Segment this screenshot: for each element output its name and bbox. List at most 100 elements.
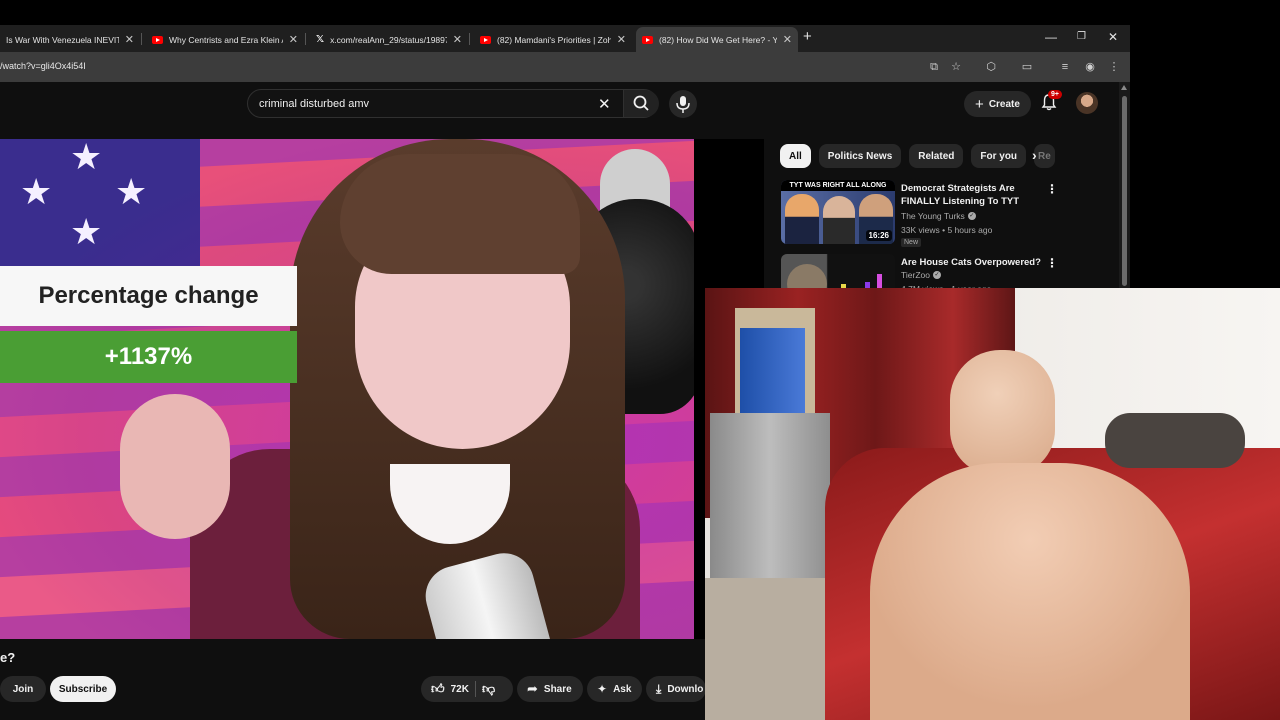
restore-button[interactable]: ❐: [1077, 31, 1086, 42]
tab-separator: [141, 33, 142, 45]
tab-title: Why Centrists and Ezra Klein Ar: [169, 34, 283, 45]
top-black-bar: [0, 0, 1280, 25]
webcam-person-body: [870, 463, 1190, 720]
create-label: Create: [988, 98, 1020, 110]
menu-icon[interactable]: ⋮: [1107, 60, 1121, 74]
close-icon[interactable]: ✕: [783, 33, 792, 46]
account-avatar[interactable]: [1076, 92, 1098, 114]
streamer-bangs: [340, 154, 580, 274]
like-dislike-group: 👍︎ 72K 👎︎: [421, 676, 513, 702]
streamer-hand: [120, 394, 230, 539]
tab-title: Is War With Venezuela INEVITAB: [6, 34, 119, 45]
profile-icon[interactable]: ◉: [1083, 60, 1097, 74]
percentage-change-overlay: Percentage change +1137%: [0, 266, 297, 383]
extensions-icon[interactable]: ⬡: [984, 60, 998, 74]
tab-title: x.com/realAnn_29/status/19897: [330, 34, 447, 45]
close-icon[interactable]: ✕: [125, 33, 134, 46]
tab-title: (82) How Did We Get Here? - Y: [659, 34, 777, 45]
chip-recently-uploaded[interactable]: Re: [1034, 144, 1055, 168]
recommendation-title[interactable]: Are House Cats Overpowered?: [901, 256, 1051, 269]
thumbnail-person: [823, 196, 855, 244]
percentage-change-title: Percentage change: [0, 266, 297, 326]
close-window-button[interactable]: ✕: [1108, 30, 1118, 44]
webcam-overlay: [705, 288, 1280, 720]
tab-separator: [305, 33, 306, 45]
download-button[interactable]: ⤓ Downlo: [646, 676, 706, 702]
channel-row: The Young Turks ✓: [901, 211, 976, 221]
tab-how-did-we-get-here[interactable]: (82) How Did We Get Here? - Y ✕: [636, 27, 798, 52]
new-tab-button[interactable]: +: [803, 28, 812, 45]
notification-count-badge: 9+: [1048, 90, 1062, 99]
chip-all[interactable]: All: [780, 144, 811, 168]
bookmark-star-icon[interactable]: ☆: [949, 60, 963, 74]
thumbnail-banner: TYT WAS RIGHT ALL ALONG: [781, 180, 895, 191]
address-bar: /watch?v=gli4Ox4i54I ⧉ ☆ ⬡ ▭ ≡ ◉ ⋮: [0, 52, 1130, 82]
ask-button[interactable]: ✦ Ask: [587, 676, 642, 702]
webcam-person-head: [950, 350, 1055, 475]
close-icon[interactable]: ✕: [289, 33, 298, 46]
close-icon[interactable]: ✕: [617, 33, 626, 46]
channel-name[interactable]: TierZoo: [901, 270, 930, 280]
clear-search-icon[interactable]: ✕: [598, 95, 611, 113]
thumbs-down-icon[interactable]: 👎︎: [482, 681, 495, 697]
search-button[interactable]: [623, 90, 659, 117]
video-player[interactable]: ★ ★ ★ ★ Percentage change +1137%: [0, 139, 694, 639]
channel-row: TierZoo ✓: [901, 270, 941, 280]
more-options-icon[interactable]: ⋮: [1046, 182, 1058, 196]
tab-mamdani[interactable]: (82) Mamdani's Priorities | Zoh ✕: [474, 27, 632, 52]
scroll-up-icon[interactable]: [1121, 85, 1127, 90]
thumbnail-person: [785, 194, 819, 244]
download-icon: ⤓: [656, 681, 662, 696]
youtube-icon: [480, 35, 491, 44]
share-label: Share: [543, 683, 572, 695]
recommendation-title[interactable]: Democrat Strategists Are FINALLY Listeni…: [901, 182, 1051, 208]
youtube-icon: [152, 35, 163, 44]
subscribe-button[interactable]: Subscribe: [50, 676, 116, 702]
search-icon: [633, 95, 649, 111]
webcam-pillow: [1105, 413, 1245, 468]
channel-name[interactable]: The Young Turks: [901, 211, 965, 221]
duration-badge: 16:26: [865, 230, 892, 241]
close-icon[interactable]: ✕: [453, 33, 462, 46]
tab-separator: [469, 33, 470, 45]
join-button[interactable]: Join: [0, 676, 46, 702]
search-input[interactable]: criminal disturbed amv: [259, 98, 369, 110]
voice-search-button[interactable]: [669, 90, 697, 118]
install-app-icon[interactable]: ⧉: [927, 60, 941, 74]
share-icon: ➦: [527, 681, 538, 696]
thumbs-up-icon[interactable]: 👍︎: [431, 681, 445, 697]
screen: Is War With Venezuela INEVITAB ✕ Why Cen…: [0, 0, 1280, 720]
verified-icon: ✓: [932, 271, 941, 279]
divider: [474, 681, 476, 697]
tab-centrists[interactable]: Why Centrists and Ezra Klein Ar ✕: [146, 27, 304, 52]
minimize-button[interactable]: —: [1045, 30, 1057, 44]
page-scrollbar[interactable]: [1119, 82, 1130, 288]
media-controls-icon[interactable]: ≡: [1058, 60, 1072, 74]
youtube-icon: [642, 35, 653, 44]
verified-icon: ✓: [967, 212, 976, 220]
tab-venezuela[interactable]: Is War With Venezuela INEVITAB ✕: [0, 27, 140, 52]
tab-title: (82) Mamdani's Priorities | Zoh: [497, 34, 611, 45]
filter-chips: All Politics News Related For you Re: [780, 144, 1055, 168]
chip-for-you[interactable]: For you: [971, 144, 1027, 168]
x-icon: 𝕏: [316, 34, 325, 45]
chip-politics-news[interactable]: Politics News: [818, 144, 902, 168]
webcam-mini-fridge: [710, 413, 830, 578]
scrollbar-thumb[interactable]: [1122, 96, 1127, 286]
tab-x-status[interactable]: 𝕏 x.com/realAnn_29/status/19897 ✕: [310, 27, 468, 52]
video-thumbnail[interactable]: TYT WAS RIGHT ALL ALONG 16:26: [781, 180, 895, 244]
chip-related[interactable]: Related: [909, 144, 964, 168]
like-count[interactable]: 72K: [451, 684, 469, 695]
chevron-right-icon[interactable]: ›: [1032, 147, 1037, 163]
create-button[interactable]: + Create: [964, 91, 1031, 117]
share-button[interactable]: ➦ Share: [517, 676, 583, 702]
search-box[interactable]: criminal disturbed amv ✕: [247, 89, 659, 118]
recommendation-item[interactable]: TYT WAS RIGHT ALL ALONG 16:26 Democrat S…: [781, 180, 1116, 250]
download-label: Downlo: [667, 683, 704, 695]
cast-icon[interactable]: ▭: [1020, 60, 1034, 74]
video-meta: 33K views • 5 hours ago: [901, 225, 993, 235]
new-badge: New: [901, 238, 922, 247]
tab-bar: Is War With Venezuela INEVITAB ✕ Why Cen…: [0, 25, 1130, 52]
url-field[interactable]: /watch?v=gli4Ox4i54I: [0, 61, 86, 71]
more-options-icon[interactable]: ⋮: [1046, 256, 1058, 270]
